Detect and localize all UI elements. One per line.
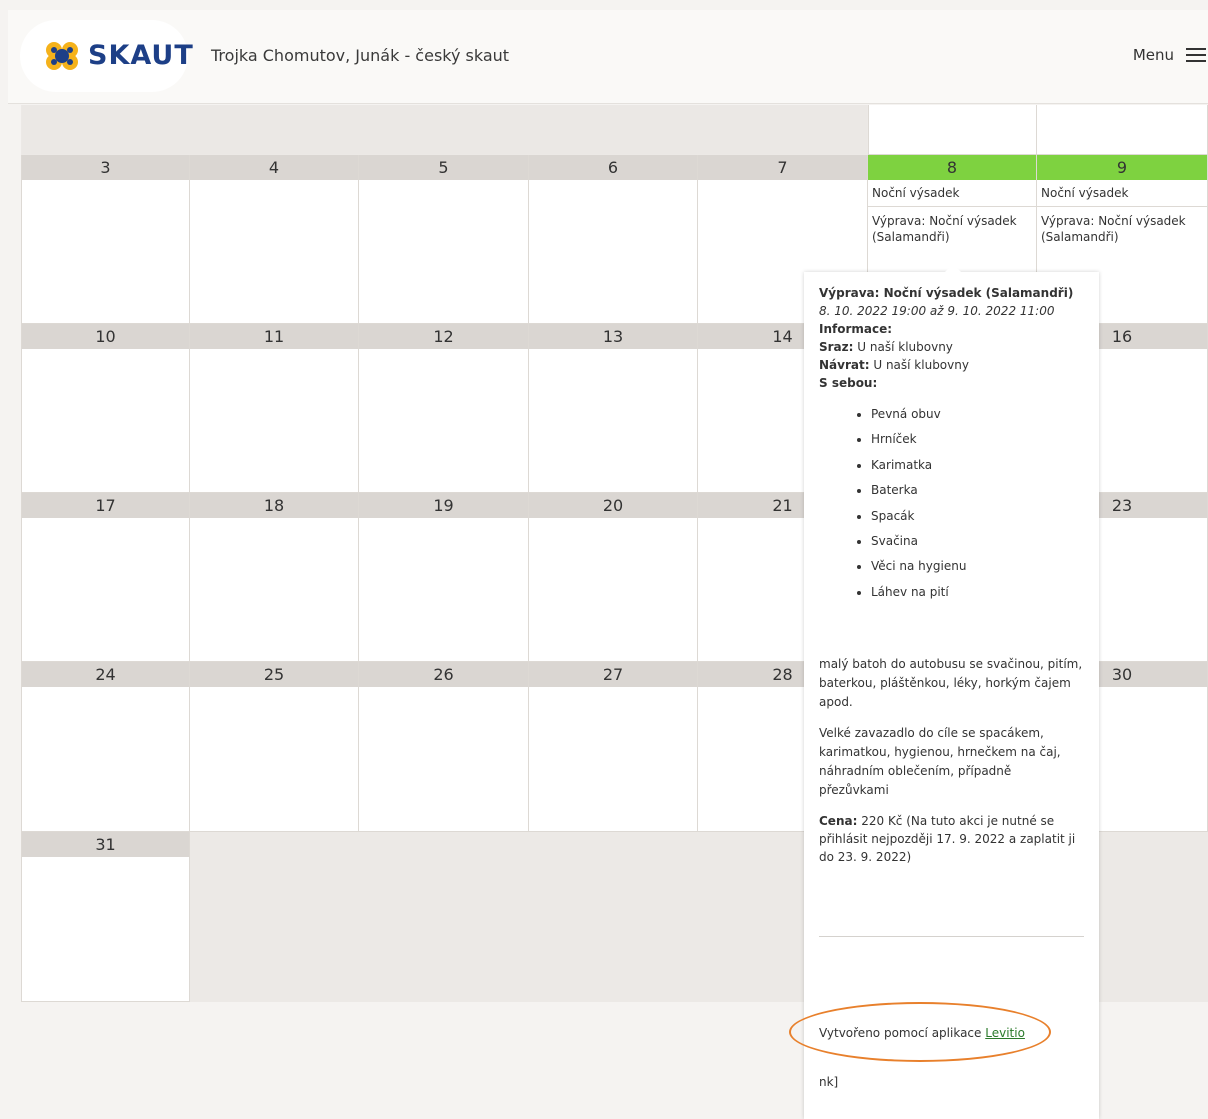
org-title[interactable]: Trojka Chomutov, Junák - český skaut xyxy=(211,46,509,65)
menu-button[interactable]: Menu xyxy=(1133,46,1206,64)
day-cell[interactable]: 13 xyxy=(529,324,698,493)
popover-paragraph: Velké zavazadlo do cíle se spacákem, kar… xyxy=(819,726,1061,798)
day-number-highlighted: 8 xyxy=(868,155,1036,180)
menu-label: Menu xyxy=(1132,46,1174,64)
event-detail-popover: Výprava: Noční výsadek (Salamandři) 8. 1… xyxy=(804,264,1099,1119)
popover-tail-text: nk] xyxy=(819,1075,839,1089)
day-cell[interactable]: 24 xyxy=(21,662,190,832)
day-number: 13 xyxy=(529,324,697,349)
logo-text: SKAUT xyxy=(88,40,194,71)
day-cell[interactable]: 27 xyxy=(529,662,698,832)
day-number: 4 xyxy=(190,155,358,180)
levitio-link[interactable]: Levitio xyxy=(985,1026,1025,1040)
popover-date: 8. 10. 2022 19:00 až 9. 10. 2022 11:00 xyxy=(819,304,1055,318)
day-cell[interactable]: 25 xyxy=(190,662,359,832)
sraz-value: U naší klubovny xyxy=(857,340,953,354)
day-number: 19 xyxy=(359,493,528,518)
day-cell[interactable]: 31 xyxy=(21,832,190,1002)
navrat-value: U naší klubovny xyxy=(873,358,969,372)
day-number: 10 xyxy=(22,324,189,349)
day-number: 6 xyxy=(529,155,697,180)
divider xyxy=(819,936,1084,937)
day-number: 27 xyxy=(529,662,697,687)
day-cell[interactable]: 19 xyxy=(359,493,529,662)
popover-title: Výprava: Noční výsadek (Salamandři) xyxy=(819,286,1074,300)
price-text: 220 Kč (Na tuto akci je nutné se přihlás… xyxy=(819,814,1076,865)
list-item: Svačina xyxy=(871,529,1084,554)
top-bar: SKAUT Trojka Chomutov, Junák - český ska… xyxy=(8,10,1208,104)
packing-list: Pevná obuv Hrníček Karimatka Baterka Spa… xyxy=(819,402,1084,605)
day-cell[interactable]: 3 xyxy=(21,155,190,324)
created-by: Vytvořeno pomocí aplikace Levitio xyxy=(819,1024,1025,1042)
day-number: 25 xyxy=(190,662,358,687)
day-number: 12 xyxy=(359,324,528,349)
day-number: 26 xyxy=(359,662,528,687)
price-label: Cena: xyxy=(819,814,858,829)
skaut-logo[interactable]: SKAUT xyxy=(20,20,193,92)
list-item: Baterka xyxy=(871,478,1084,503)
day-number: 3 xyxy=(22,155,189,180)
list-item: Pevná obuv xyxy=(871,402,1084,427)
popover-paragraph: malý batoh do autobusu se svačinou, pití… xyxy=(819,657,1083,710)
day-cell[interactable]: 10 xyxy=(21,324,190,493)
day-number-highlighted: 9 xyxy=(1037,155,1207,180)
day-number: 31 xyxy=(22,832,189,857)
event-short[interactable]: Noční výsadek xyxy=(1037,180,1207,207)
prev-week-day xyxy=(1037,105,1208,155)
prev-week-day xyxy=(868,105,1037,155)
list-item: Hrníček xyxy=(871,427,1084,452)
day-number: 11 xyxy=(190,324,358,349)
day-number: 7 xyxy=(698,155,867,180)
navrat-label: Návrat: xyxy=(819,358,870,372)
event-long[interactable]: Výprava: Noční výsadek (Salamandři) xyxy=(868,207,1036,250)
day-number: 5 xyxy=(359,155,528,180)
day-cell[interactable]: 5 xyxy=(359,155,529,324)
day-number: 24 xyxy=(22,662,189,687)
day-number: 18 xyxy=(190,493,358,518)
day-cell[interactable]: 11 xyxy=(190,324,359,493)
hamburger-icon xyxy=(1186,47,1206,63)
day-cell[interactable]: 6 xyxy=(529,155,698,324)
day-cell[interactable]: 20 xyxy=(529,493,698,662)
event-short[interactable]: Noční výsadek xyxy=(868,180,1036,207)
list-item: Věci na hygienu xyxy=(871,554,1084,579)
created-text: Vytvořeno pomocí aplikace xyxy=(819,1026,982,1040)
list-item: Láhev na pití xyxy=(871,580,1084,605)
day-number: 17 xyxy=(22,493,189,518)
prev-week-empty xyxy=(21,105,868,155)
list-item: Spacák xyxy=(871,504,1084,529)
day-cell[interactable]: 26 xyxy=(359,662,529,832)
price-info: Cena: 220 Kč (Na tuto akci je nutné se p… xyxy=(819,812,1084,866)
day-cell[interactable]: 17 xyxy=(21,493,190,662)
day-cell[interactable]: 4 xyxy=(190,155,359,324)
info-label: Informace: xyxy=(819,322,893,336)
day-number: 20 xyxy=(529,493,697,518)
sraz-label: Sraz: xyxy=(819,340,854,354)
list-item: Karimatka xyxy=(871,453,1084,478)
day-cell[interactable]: 12 xyxy=(359,324,529,493)
event-long[interactable]: Výprava: Noční výsadek (Salamandři) xyxy=(1037,207,1207,250)
day-cell[interactable]: 18 xyxy=(190,493,359,662)
sebou-label: S sebou: xyxy=(819,376,878,390)
lily-icon xyxy=(46,42,78,70)
